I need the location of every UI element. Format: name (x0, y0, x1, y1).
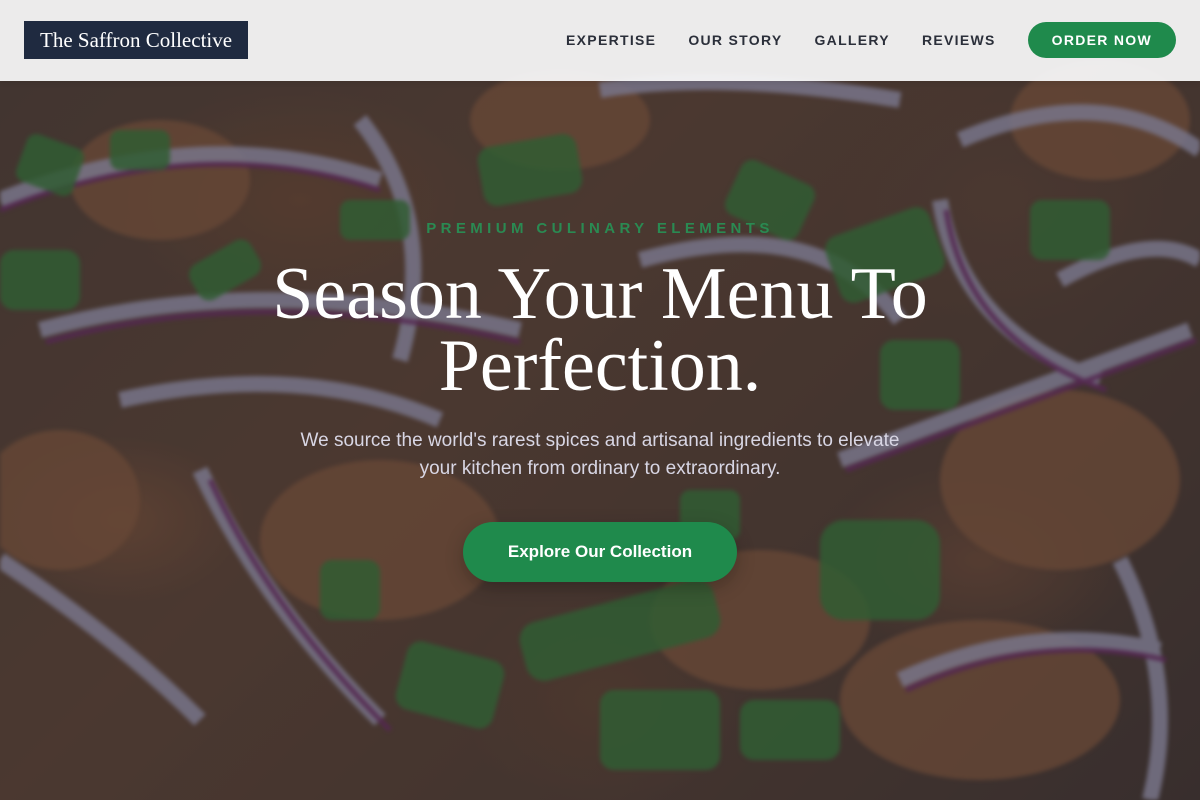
hero-headline-line-2: Perfection. (438, 325, 762, 407)
nav-link-expertise[interactable]: EXPERTISE (566, 22, 656, 58)
nav-link-gallery[interactable]: GALLERY (814, 22, 889, 58)
hero-subtitle-line-1: We source the world's rarest spices and … (300, 430, 900, 451)
brand-logo[interactable]: The Saffron Collective (24, 21, 249, 59)
hero-eyebrow: PREMIUM CULINARY ELEMENTS (426, 220, 774, 237)
main-menu: EXPERTISE OUR STORY GALLERY REVIEWS ORDE… (566, 22, 1176, 58)
hero-subtitle: We source the world's rarest spices and … (250, 427, 950, 483)
hero-content: PREMIUM CULINARY ELEMENTS Season Your Me… (0, 0, 1200, 800)
explore-collection-button[interactable]: Explore Our Collection (463, 522, 737, 582)
hero-headline-line-1: Season Your Menu To (272, 253, 928, 335)
nav-link-reviews[interactable]: REVIEWS (922, 22, 996, 58)
hero-headline: Season Your Menu To Perfection. (150, 257, 1050, 403)
top-navbar: The Saffron Collective EXPERTISE OUR STO… (0, 0, 1200, 81)
order-now-button[interactable]: ORDER NOW (1027, 22, 1176, 58)
nav-link-our-story[interactable]: OUR STORY (688, 22, 782, 58)
hero-subtitle-line-2: your kitchen from ordinary to extraordin… (419, 458, 781, 479)
